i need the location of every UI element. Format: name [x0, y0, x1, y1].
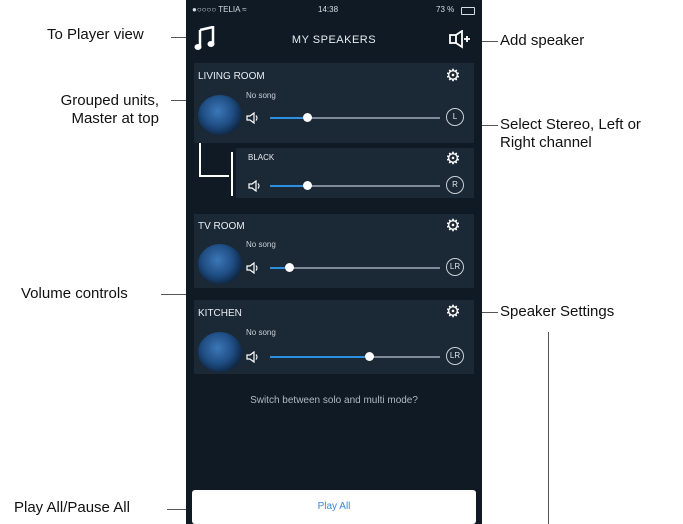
speaker-card-kitchen[interactable]: KITCHEN No song ⚙ LR — [194, 300, 474, 374]
clock: 14:38 — [318, 5, 339, 14]
volume-fill — [270, 185, 308, 187]
speaker-card-black[interactable]: BLACK ⚙ R — [236, 148, 474, 198]
callout-select-channel-2: Right channel — [500, 134, 592, 151]
gear-icon[interactable]: ⚙ — [444, 217, 462, 235]
group-link-bar — [231, 152, 233, 196]
callout-select-channel-1: Select Stereo, Left or — [500, 116, 641, 133]
speaker-icon — [246, 111, 260, 125]
speaker-name: KITCHEN — [198, 308, 242, 319]
gear-icon[interactable]: ⚙ — [444, 150, 462, 168]
speaker-card-living-room[interactable]: LIVING ROOM No song ⚙ L — [194, 63, 474, 143]
volume-track — [270, 267, 440, 269]
switch-mode-link[interactable]: Switch between solo and multi mode? — [186, 395, 482, 406]
callout-play-pause-all: Play All/Pause All — [14, 499, 130, 516]
speaker-thumbnail — [198, 332, 242, 372]
speaker-icon — [246, 261, 260, 275]
song-label: No song — [246, 328, 276, 337]
channel-select-button[interactable]: LR — [446, 347, 464, 365]
carrier-label: ●○○○○ TELIA ≈ — [192, 5, 247, 14]
status-bar: ●○○○○ TELIA ≈ 14:38 73 % — [186, 0, 482, 20]
speaker-card-tv-room[interactable]: TV ROOM No song ⚙ LR — [194, 214, 474, 288]
callout-grouped-units-1: Grouped units, — [60, 92, 159, 109]
volume-fill — [270, 356, 369, 358]
speaker-icon — [248, 179, 262, 193]
speaker-name: LIVING ROOM — [198, 71, 265, 82]
callout-to-player-view: To Player view — [47, 26, 144, 43]
channel-select-button[interactable]: L — [446, 108, 464, 126]
volume-slider[interactable] — [364, 352, 374, 361]
phone-screen: ●○○○○ TELIA ≈ 14:38 73 % MY SPEAKERS LIV… — [186, 0, 482, 524]
gear-icon[interactable]: ⚙ — [444, 303, 462, 321]
channel-select-button[interactable]: R — [446, 176, 464, 194]
battery-icon — [461, 7, 475, 15]
speaker-name: TV ROOM — [198, 221, 245, 232]
callout-line — [548, 332, 549, 524]
add-speaker-icon[interactable] — [448, 29, 472, 50]
play-all-button[interactable]: Play All — [192, 490, 476, 524]
speaker-thumbnail — [198, 244, 242, 284]
volume-slider[interactable] — [284, 263, 294, 272]
gear-icon[interactable]: ⚙ — [444, 67, 462, 85]
speaker-thumbnail — [198, 95, 242, 135]
volume-fill — [270, 117, 308, 119]
battery-label: 73 % — [436, 5, 455, 14]
play-all-label: Play All — [317, 501, 351, 512]
song-label: No song — [246, 240, 276, 249]
callout-volume-controls: Volume controls — [21, 285, 128, 302]
nav-bar: MY SPEAKERS — [186, 20, 482, 60]
page-title: MY SPEAKERS — [291, 34, 377, 46]
callout-speaker-settings: Speaker Settings — [500, 303, 615, 320]
song-label: No song — [246, 91, 276, 100]
callout-grouped-units-2: Master at top — [71, 110, 159, 127]
volume-slider[interactable] — [303, 181, 313, 190]
channel-select-button[interactable]: LR — [446, 258, 464, 276]
group-link — [199, 143, 229, 177]
speaker-icon — [246, 350, 260, 364]
speaker-name: BLACK — [248, 153, 275, 162]
callout-add-speaker: Add speaker — [500, 32, 585, 49]
volume-slider[interactable] — [303, 113, 313, 122]
